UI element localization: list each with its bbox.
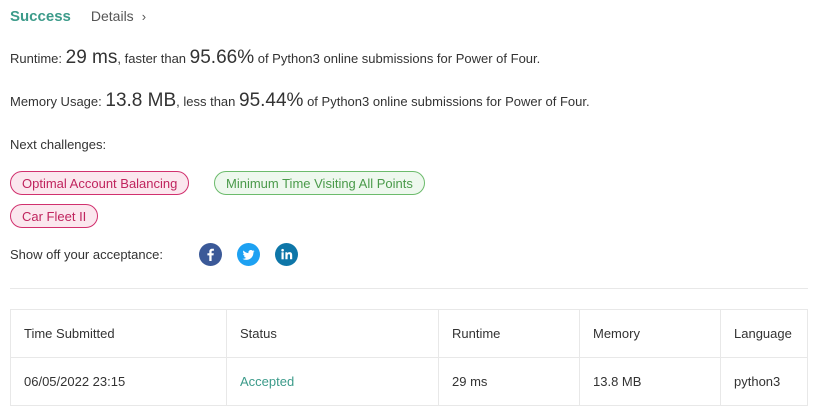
cell-language: python3 <box>734 374 781 389</box>
column-header-language: Language <box>734 326 792 341</box>
memory-comparison: , less than <box>176 94 240 109</box>
next-challenges-label: Next challenges: <box>10 137 107 152</box>
memory-suffix: of Python3 online submissions for Power … <box>303 94 590 109</box>
challenge-tag-optimal-account-balancing[interactable]: Optimal Account Balancing <box>10 171 190 195</box>
accepted-link[interactable]: Accepted <box>240 374 294 389</box>
submissions-table: Time Submitted Status Runtime Memory Lan… <box>10 309 808 406</box>
table-row: 06/05/2022 23:15 Accepted 29 ms 13.8 MB … <box>11 358 807 406</box>
runtime-summary: Runtime: 29 ms, faster than 95.66% of Py… <box>10 47 540 69</box>
twitter-icon[interactable] <box>237 243 260 266</box>
cell-memory: 13.8 MB <box>580 358 721 405</box>
column-header-time-submitted: Time Submitted <box>11 310 227 357</box>
details-label[interactable]: Details <box>91 8 134 24</box>
challenge-tag-minimum-time-visiting-all-points[interactable]: Minimum Time Visiting All Points <box>214 171 425 195</box>
linkedin-icon[interactable] <box>275 243 298 266</box>
cell-status: Accepted <box>227 358 439 405</box>
column-header-memory: Memory <box>580 310 721 357</box>
column-header-runtime: Runtime <box>439 310 580 357</box>
memory-summary: Memory Usage: 13.8 MB, less than 95.44% … <box>10 90 590 112</box>
cell-time-submitted: 06/05/2022 23:15 <box>11 358 227 405</box>
memory-value: 13.8 MB <box>105 90 177 111</box>
share-label: Show off your acceptance: <box>10 247 163 262</box>
result-header: Success Details › <box>10 6 146 26</box>
table-header-row: Time Submitted Status Runtime Memory Lan… <box>11 310 807 358</box>
status-title: Success <box>10 7 71 25</box>
details-link[interactable]: Details › <box>91 8 146 24</box>
runtime-comparison: , faster than <box>117 51 190 66</box>
runtime-label: Runtime: <box>10 51 66 66</box>
chevron-right-icon[interactable]: › <box>142 9 146 24</box>
memory-percent: 95.44% <box>239 90 304 111</box>
challenge-tag-car-fleet-ii[interactable]: Car Fleet II <box>10 204 99 228</box>
runtime-percent: 95.66% <box>189 47 255 68</box>
runtime-value: 29 ms <box>65 47 118 68</box>
cell-runtime: 29 ms <box>439 358 580 405</box>
runtime-suffix: of Python3 online submissions for Power … <box>254 51 541 66</box>
section-divider <box>10 288 808 289</box>
memory-label: Memory Usage: <box>10 94 106 109</box>
column-header-status: Status <box>227 310 439 357</box>
facebook-icon[interactable] <box>199 243 222 266</box>
